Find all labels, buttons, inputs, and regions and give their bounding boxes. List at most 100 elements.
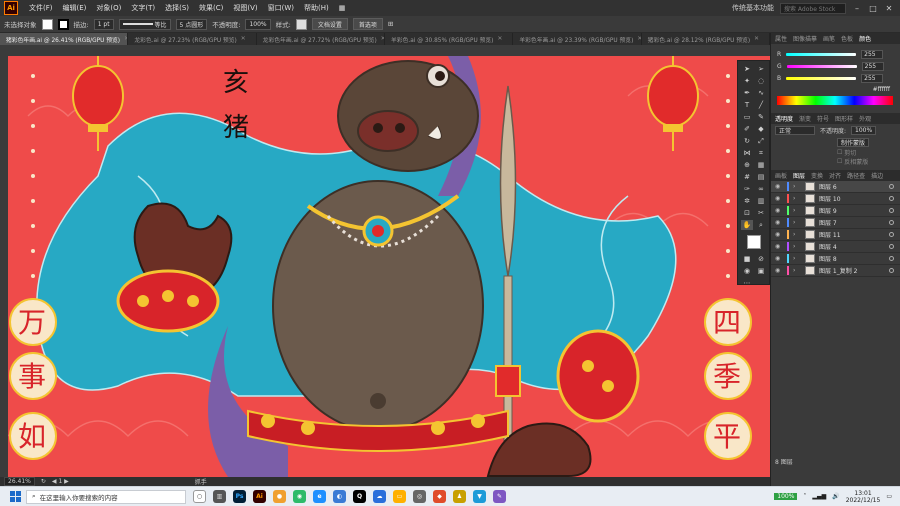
close-tab-icon[interactable]: ✕ [754, 36, 759, 42]
app-icon-purple[interactable]: ✎ [493, 490, 506, 503]
symbol-sprayer-tool-icon[interactable]: ✲ [741, 196, 753, 206]
shape-builder-tool-icon[interactable]: ⊕ [741, 160, 753, 170]
screen-mode-icon[interactable]: ▣ [755, 266, 767, 276]
visibility-eye-icon[interactable]: ◉ [775, 183, 783, 190]
zoom-tool-icon[interactable]: ⌕ [755, 220, 767, 230]
layer-row[interactable]: ◉ › 图层 8 [771, 253, 900, 265]
browser-icon[interactable]: ◐ [333, 490, 346, 503]
tab-align[interactable]: 对齐 [829, 171, 841, 180]
tab-layers[interactable]: 图层 [793, 171, 805, 180]
graphic-style-swatch[interactable] [295, 18, 307, 30]
layer-row[interactable]: ◉ › 图层 7 [771, 217, 900, 229]
vertical-ruler[interactable] [0, 56, 8, 477]
visibility-eye-icon[interactable]: ◉ [775, 267, 783, 274]
shaper-tool-icon[interactable]: ✐ [741, 124, 753, 134]
menu-file[interactable]: 文件(F) [24, 3, 58, 13]
expand-chevron-icon[interactable]: › [793, 195, 801, 202]
layer-name[interactable]: 图层 1_复制 2 [819, 266, 857, 275]
slice-tool-icon[interactable]: ✂ [755, 208, 767, 218]
layer-row[interactable]: ◉ › 图层 4 [771, 241, 900, 253]
tab-appearance[interactable]: 外观 [859, 114, 871, 123]
menu-object[interactable]: 对象(O) [91, 3, 126, 13]
expand-chevron-icon[interactable]: › [793, 183, 801, 190]
color-spectrum[interactable] [777, 96, 893, 105]
draw-mode-icon[interactable]: ◉ [741, 266, 753, 276]
layer-name[interactable]: 图层 7 [819, 218, 837, 227]
direct-selection-tool-icon[interactable]: ➢ [755, 64, 767, 74]
mesh-tool-icon[interactable]: # [741, 172, 753, 182]
target-circle-icon[interactable] [889, 208, 894, 213]
b-slider[interactable] [786, 76, 857, 80]
layer-name[interactable]: 图层 8 [819, 254, 837, 263]
visibility-eye-icon[interactable]: ◉ [775, 207, 783, 214]
invert-mask-checkbox[interactable]: ☐ 反相蒙版 [771, 157, 900, 166]
layer-row[interactable]: ◉ › 图层 1_复制 2 [771, 265, 900, 277]
menu-effect[interactable]: 效果(C) [194, 3, 228, 13]
gradient-tool-icon[interactable]: ▤ [755, 172, 767, 182]
tab-pathfinder[interactable]: 路径查 [847, 171, 865, 180]
make-mask-button[interactable]: 制作蒙版 [837, 137, 870, 147]
align-icon[interactable]: ⊞ [388, 20, 393, 28]
magic-wand-tool-icon[interactable]: ✦ [741, 76, 753, 86]
folder-icon[interactable]: ▭ [393, 490, 406, 503]
tab-document-1[interactable]: 猪彩色年画.ai @ 26.41% (RGB/GPU 预览)✕ [0, 33, 129, 45]
tab-symbols[interactable]: 符号 [817, 114, 829, 123]
tab-brushes[interactable]: 画笔 [823, 34, 835, 43]
expand-chevron-icon[interactable]: › [793, 219, 801, 226]
visibility-eye-icon[interactable]: ◉ [775, 255, 783, 262]
visibility-eye-icon[interactable]: ◉ [775, 195, 783, 202]
layer-row[interactable]: ◉ › 图层 6 [771, 181, 900, 193]
tab-document-2[interactable]: 龙彩色.ai @ 27.23% (RGB/GPU 预览) ✕ [128, 33, 257, 45]
minimize-icon[interactable]: – [852, 4, 862, 13]
menu-select[interactable]: 选择(S) [160, 3, 194, 13]
free-transform-tool-icon[interactable]: ⌗ [755, 148, 767, 158]
tab-document-4[interactable]: 羊彩色.ai @ 30.85% (RGB/GPU 预览) ✕ [385, 33, 514, 45]
menu-help[interactable]: 帮助(H) [299, 3, 334, 13]
layer-row[interactable]: ◉ › 图层 9 [771, 205, 900, 217]
tab-artboards[interactable]: 画板 [775, 171, 787, 180]
stroke-weight-input[interactable]: 1 pt [93, 18, 114, 30]
notification-icon[interactable]: ▭ [886, 493, 892, 500]
tab-gradient[interactable]: 渐变 [799, 114, 811, 123]
g-value-input[interactable]: 255 [861, 61, 884, 71]
menu-window[interactable]: 窗口(W) [263, 3, 299, 13]
layer-name[interactable]: 图层 9 [819, 206, 837, 215]
fill-stroke-swatches[interactable] [741, 232, 767, 252]
tab-swatches[interactable]: 色板 [841, 34, 853, 43]
color-mode-icon[interactable]: ■ [741, 254, 753, 264]
chrome-icon[interactable]: ● [273, 490, 286, 503]
tab-document-5[interactable]: 羊彩色年画.ai @ 23.39% (RGB/GPU 预览)✕ [513, 33, 642, 45]
rotate-view-icon[interactable]: ↻ [41, 478, 46, 485]
artboard-canvas[interactable]: 亥 猪 万 事 如 四 季 平 [8, 56, 770, 477]
artboard-tool-icon[interactable]: ⊡ [741, 208, 753, 218]
clock[interactable]: 13:01 2022/12/15 [846, 490, 881, 504]
target-circle-icon[interactable] [889, 244, 894, 249]
expand-chevron-icon[interactable]: › [793, 231, 801, 238]
lasso-tool-icon[interactable]: ◌ [755, 76, 767, 86]
menu-edit[interactable]: 编辑(E) [58, 3, 92, 13]
media-player-icon[interactable]: ◎ [413, 490, 426, 503]
volume-icon[interactable]: 🔊 [832, 493, 839, 500]
expand-chevron-icon[interactable]: › [793, 207, 801, 214]
visibility-eye-icon[interactable]: ◉ [775, 231, 783, 238]
blend-mode-select[interactable]: 正常 [775, 125, 815, 135]
tray-chevron-icon[interactable]: ˄ [803, 493, 806, 500]
expand-chevron-icon[interactable]: › [793, 243, 801, 250]
stock-search-input[interactable]: 搜索 Adobe Stock [780, 2, 846, 14]
curvature-tool-icon[interactable]: ∿ [755, 88, 767, 98]
menu-type[interactable]: 文字(T) [126, 3, 160, 13]
photoshop-icon[interactable]: Ps [233, 490, 246, 503]
document-setup-button[interactable]: 文档设置 [311, 18, 348, 30]
type-tool-icon[interactable]: T [741, 100, 753, 110]
perspective-grid-tool-icon[interactable]: ▦ [755, 160, 767, 170]
artboard-nav[interactable]: ◀ 1 ▶ [52, 478, 69, 485]
tab-transparency[interactable]: 透明度 [775, 114, 793, 123]
g-slider[interactable] [786, 64, 857, 68]
tab-transform[interactable]: 变换 [811, 171, 823, 180]
workspace-switcher[interactable]: 传统基本功能 [732, 3, 774, 13]
task-view-icon[interactable]: ○ [193, 490, 206, 503]
tab-stroke[interactable]: 描边 [871, 171, 883, 180]
target-circle-icon[interactable] [889, 232, 894, 237]
visibility-eye-icon[interactable]: ◉ [775, 243, 783, 250]
paintbrush-tool-icon[interactable]: ✎ [755, 112, 767, 122]
